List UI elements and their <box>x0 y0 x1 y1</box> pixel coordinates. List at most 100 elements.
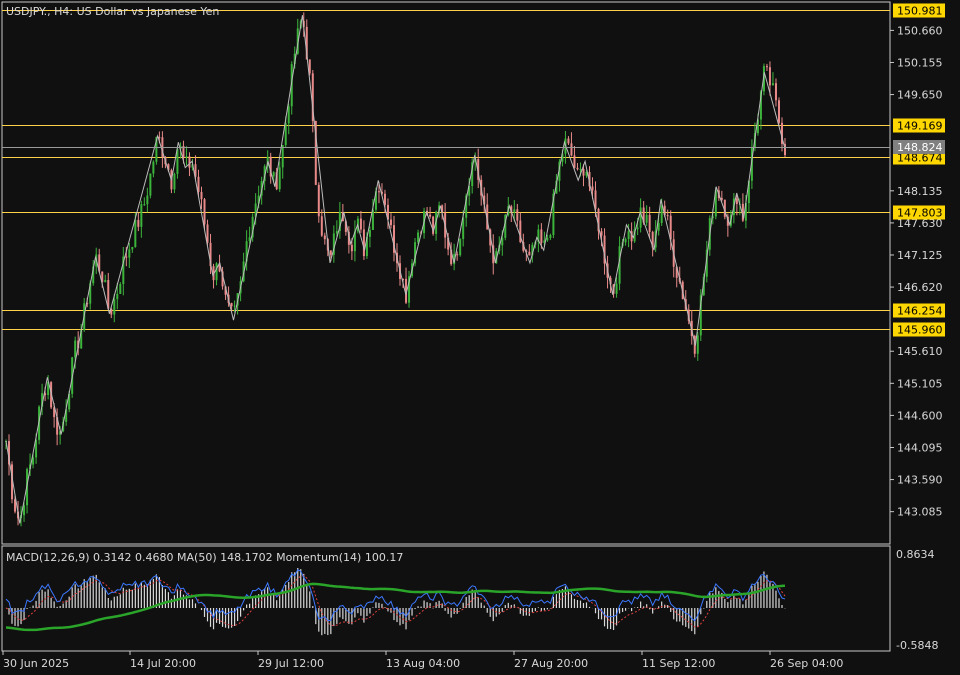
candle-body <box>74 340 77 358</box>
candle-body <box>645 214 648 223</box>
price-tick-label: 144.095 <box>897 441 943 454</box>
level-badge-label: 150.981 <box>897 5 943 18</box>
candle-body <box>350 244 353 252</box>
price-tick-label: 150.660 <box>897 24 943 37</box>
candle-body <box>768 67 771 86</box>
candle-body <box>146 195 149 205</box>
horizontal-levels <box>2 10 890 330</box>
candle-body <box>648 214 651 232</box>
candle-body <box>615 283 618 294</box>
candle-body <box>143 204 146 206</box>
price-axis: 150.660150.155149.650148.135147.630147.1… <box>890 24 943 519</box>
candle-body <box>771 83 774 86</box>
candle-body <box>152 161 155 174</box>
candle-body <box>131 247 134 250</box>
candle-body <box>660 205 663 224</box>
candle-body <box>281 145 284 168</box>
candle-body <box>549 235 552 239</box>
current-price-value: 148.824 <box>897 141 943 154</box>
indicator-series <box>5 568 786 636</box>
candle-body <box>278 167 281 190</box>
candle-body <box>134 219 137 248</box>
candle-body <box>125 256 128 258</box>
price-tick-label: 145.105 <box>897 377 943 390</box>
candle-body <box>567 138 570 144</box>
candle-body <box>627 231 630 240</box>
candle-body <box>140 204 143 227</box>
candle-body <box>579 169 582 171</box>
time-tick-label: 14 Jul 20:00 <box>130 657 196 670</box>
candle-body <box>368 230 371 237</box>
level-badge-label: 147.803 <box>897 207 943 220</box>
candle-body <box>119 283 122 294</box>
candle-body <box>203 199 206 225</box>
price-tick-label: 144.600 <box>897 409 943 422</box>
candle-body <box>116 293 119 300</box>
level-badge-label: 145.960 <box>897 324 943 337</box>
candle-body <box>272 172 275 177</box>
time-tick-label: 30 Jun 2025 <box>3 657 69 670</box>
price-tick-label: 148.135 <box>897 185 943 198</box>
candle-body <box>639 207 642 228</box>
candle-body <box>417 232 420 243</box>
time-tick-label: 11 Sep 12:00 <box>642 657 715 670</box>
candle-body <box>573 155 576 168</box>
candle-body <box>377 191 380 193</box>
candle-body <box>233 305 236 307</box>
candle-body <box>570 143 573 156</box>
time-tick-label: 13 Aug 04:00 <box>386 657 460 670</box>
candle-body <box>230 303 233 307</box>
level-badge-label: 146.254 <box>897 305 943 318</box>
candle-body <box>287 106 290 124</box>
candle-body <box>456 254 459 256</box>
current-price-badge: 148.824 <box>893 140 945 154</box>
time-axis: 30 Jun 2025 14 Jul 20:00 29 Jul 12:00 13 Au… <box>2 651 843 670</box>
candle-body <box>188 156 191 168</box>
candle-body <box>513 209 516 213</box>
chart-canvas[interactable]: 150.660150.155149.650148.135147.630147.1… <box>0 0 960 675</box>
time-tick-label: 29 Jul 12:00 <box>258 657 324 670</box>
candle-body <box>528 251 531 256</box>
indicator-scale-bottom: -0.5848 <box>896 639 938 652</box>
candle-body <box>582 169 585 176</box>
candle-body <box>459 238 462 256</box>
time-tick-label: 27 Aug 20:00 <box>514 657 588 670</box>
chart-title: USDJPY., H4: US Dollar vs Japanese Yen <box>6 5 219 18</box>
candlestick-series <box>5 12 786 527</box>
price-tick-label: 143.085 <box>897 506 943 519</box>
candle-body <box>540 229 543 243</box>
candle-body <box>215 263 218 281</box>
candle-body <box>335 231 338 234</box>
candle-body <box>149 173 152 196</box>
candle-body <box>624 239 627 243</box>
indicator-label: MACD(12,26,9) 0.3142 0.4680 MA(50) 148.1… <box>6 551 403 564</box>
candle-body <box>104 279 107 283</box>
candle-body <box>173 173 176 190</box>
indicator-scale-top: 0.8634 <box>896 548 935 561</box>
candle-body <box>359 218 362 230</box>
candle-body <box>774 83 777 101</box>
candle-body <box>137 219 140 227</box>
candle-body <box>777 100 780 123</box>
candle-body <box>320 216 323 236</box>
level-badge-label: 149.169 <box>897 120 943 133</box>
price-tick-label: 143.590 <box>897 474 943 487</box>
candle-body <box>735 198 738 205</box>
chart-window[interactable]: 150.660 150.155 149.650 148.135 147.630 147.1… <box>0 0 960 675</box>
candle-body <box>128 249 131 258</box>
candle-body <box>389 219 392 226</box>
candle-body <box>765 66 768 68</box>
candle-body <box>696 335 699 354</box>
candle-body <box>636 227 639 230</box>
candle-body <box>516 209 519 221</box>
price-panel-border <box>1 1 891 545</box>
candle-body <box>197 176 200 192</box>
candle-body <box>429 214 432 217</box>
price-tick-label: 147.125 <box>897 249 943 262</box>
time-tick-label: 26 Sep 04:00 <box>770 657 843 670</box>
price-tick-label: 149.650 <box>897 89 943 102</box>
candle-body <box>666 215 669 217</box>
candle-body <box>362 229 365 257</box>
candle-body <box>576 167 579 170</box>
candle-body <box>317 184 320 217</box>
